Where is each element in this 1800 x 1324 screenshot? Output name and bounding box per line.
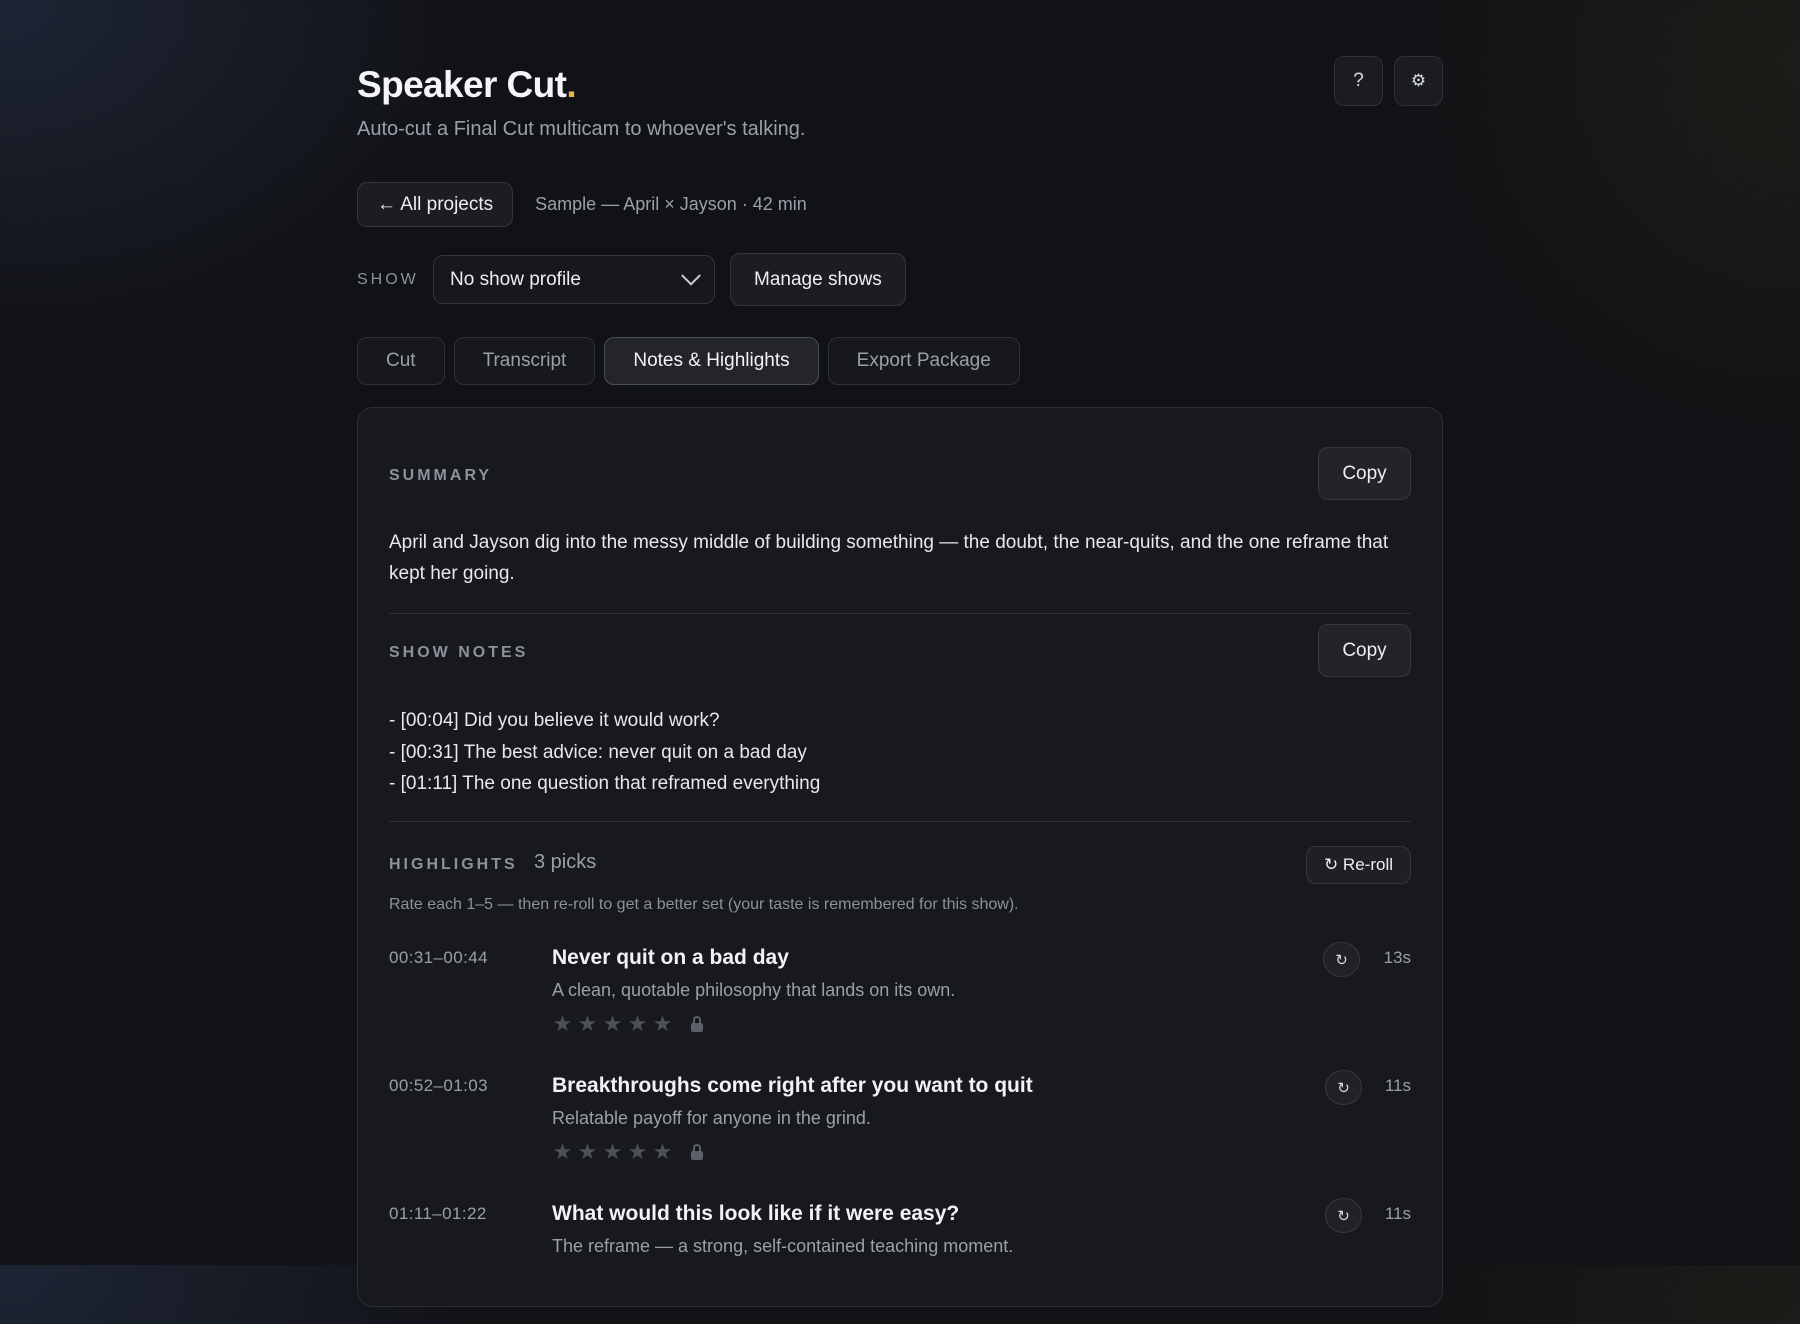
show-notes-copy-button[interactable]: Copy — [1318, 624, 1411, 677]
rating-star-icon[interactable]: ★ — [552, 1011, 573, 1037]
all-projects-button[interactable]: ← All projects — [357, 182, 514, 227]
rating-star-icon[interactable]: ★ — [602, 1139, 623, 1165]
show-label: SHOW — [357, 270, 419, 288]
show-profile-select[interactable]: No show profile — [433, 255, 715, 304]
highlight-time: 00:31–00:44 — [389, 948, 488, 967]
highlight-time: 00:52–01:03 — [389, 1076, 488, 1095]
manage-shows-button[interactable]: Manage shows — [730, 253, 906, 306]
highlight-duration: 11s — [1384, 1076, 1411, 1095]
highlights-label: HIGHLIGHTS — [389, 856, 518, 873]
rating-star-icon[interactable]: ★ — [627, 1139, 648, 1165]
highlight-duration: 11s — [1384, 1204, 1411, 1223]
rating-star-icon[interactable]: ★ — [627, 1011, 648, 1037]
app-title: Speaker Cut. — [357, 64, 577, 105]
tab-notes-highlights[interactable]: Notes & Highlights — [604, 337, 819, 385]
rating-star-icon[interactable]: ★ — [602, 1011, 623, 1037]
show-note-line: - [00:31] The best advice: never quit on… — [389, 741, 807, 763]
app-container: Speaker Cut. Auto-cut a Final Cut multic… — [357, 0, 1443, 1307]
rating-star-icon[interactable]: ★ — [577, 1011, 598, 1037]
show-profile-value: No show profile — [450, 268, 581, 290]
highlight-item: 00:52–01:03 Breakthroughs come right afte… — [389, 1070, 1411, 1196]
tab-bar: Cut Transcript Notes & Highlights Export Pa… — [357, 337, 1020, 385]
rating-star-icon[interactable]: ★ — [652, 1139, 673, 1165]
help-icon: ? — [1353, 70, 1364, 91]
tab-export-package[interactable]: Export Package — [827, 337, 1020, 385]
reroll-highlight-button[interactable]: ↻ — [1323, 942, 1360, 977]
refresh-icon: ↻ — [1337, 1079, 1350, 1097]
refresh-icon: ↻ — [1337, 1207, 1350, 1225]
divider — [389, 821, 1411, 822]
summary-copy-button[interactable]: Copy — [1318, 447, 1411, 500]
help-button[interactable]: ? — [1334, 56, 1383, 106]
refresh-icon: ↻ — [1335, 951, 1348, 969]
highlight-rating: ★ ★ ★ ★ ★ — [552, 1139, 703, 1165]
divider — [389, 613, 1411, 614]
header: Speaker Cut. Auto-cut a Final Cut multic… — [357, 0, 1443, 150]
highlight-item: 00:31–00:44 Never quit on a bad day A clea… — [389, 942, 1411, 1068]
lock-icon[interactable] — [691, 1016, 703, 1032]
highlight-rating: ★ ★ ★ ★ ★ — [552, 1011, 703, 1037]
rating-star-icon[interactable]: ★ — [652, 1011, 673, 1037]
highlight-description: The reframe — a strong, self-contained t… — [552, 1236, 1014, 1256]
rating-star-icon[interactable]: ★ — [577, 1139, 598, 1165]
reroll-highlight-button[interactable]: ↻ — [1325, 1070, 1362, 1105]
show-notes-label: SHOW NOTES — [389, 644, 529, 661]
project-meta: Sample — April × Jayson · 42 min — [535, 194, 807, 214]
show-note-line: - [01:11] The one question that reframed… — [389, 773, 821, 794]
summary-label: SUMMARY — [389, 467, 493, 484]
highlight-duration: 13s — [1383, 948, 1411, 967]
highlight-time: 01:11–01:22 — [389, 1204, 487, 1223]
reroll-button[interactable]: ↻ Re-roll — [1305, 846, 1411, 884]
chevron-down-icon — [681, 265, 701, 286]
project-bar: ← All projects Sample — April × Jayson ·… — [357, 182, 807, 227]
highlights-count: 3 picks — [534, 851, 597, 873]
show-note-line: - [00:04] Did you believe it would work? — [389, 710, 720, 731]
highlight-item: 01:11–01:22 What would this look like if … — [389, 1198, 1411, 1324]
highlights-hint: Rate each 1–5 — then re-roll to get a be… — [389, 896, 1019, 913]
show-bar: SHOW No show profile Manage shows — [357, 253, 906, 306]
highlight-title: Never quit on a bad day — [552, 946, 789, 969]
show-notes-list: - [00:04] Did you believe it would work?… — [389, 705, 820, 800]
tab-transcript[interactable]: Transcript — [453, 337, 596, 385]
reroll-highlight-button[interactable]: ↻ — [1325, 1198, 1362, 1233]
summary-text: April and Jayson dig into the messy midd… — [389, 532, 1389, 584]
lock-icon[interactable] — [691, 1144, 703, 1160]
settings-button[interactable]: ⚙ — [1394, 56, 1443, 106]
notes-highlights-panel: SUMMARY Copy April and Jayson dig into t… — [357, 407, 1443, 1307]
rating-star-icon[interactable]: ★ — [552, 1139, 573, 1165]
highlight-description: A clean, quotable philosophy that lands … — [552, 980, 956, 1000]
gear-icon: ⚙ — [1410, 71, 1427, 90]
tab-cut[interactable]: Cut — [357, 337, 445, 385]
app-subtitle: Auto-cut a Final Cut multicam to whoever… — [357, 118, 806, 140]
highlight-title: Breakthroughs come right after you want … — [552, 1074, 1033, 1097]
highlight-title: What would this look like if it were eas… — [552, 1202, 960, 1225]
highlight-description: Relatable payoff for anyone in the grind… — [552, 1108, 871, 1128]
title-accent-dot: . — [566, 64, 576, 105]
